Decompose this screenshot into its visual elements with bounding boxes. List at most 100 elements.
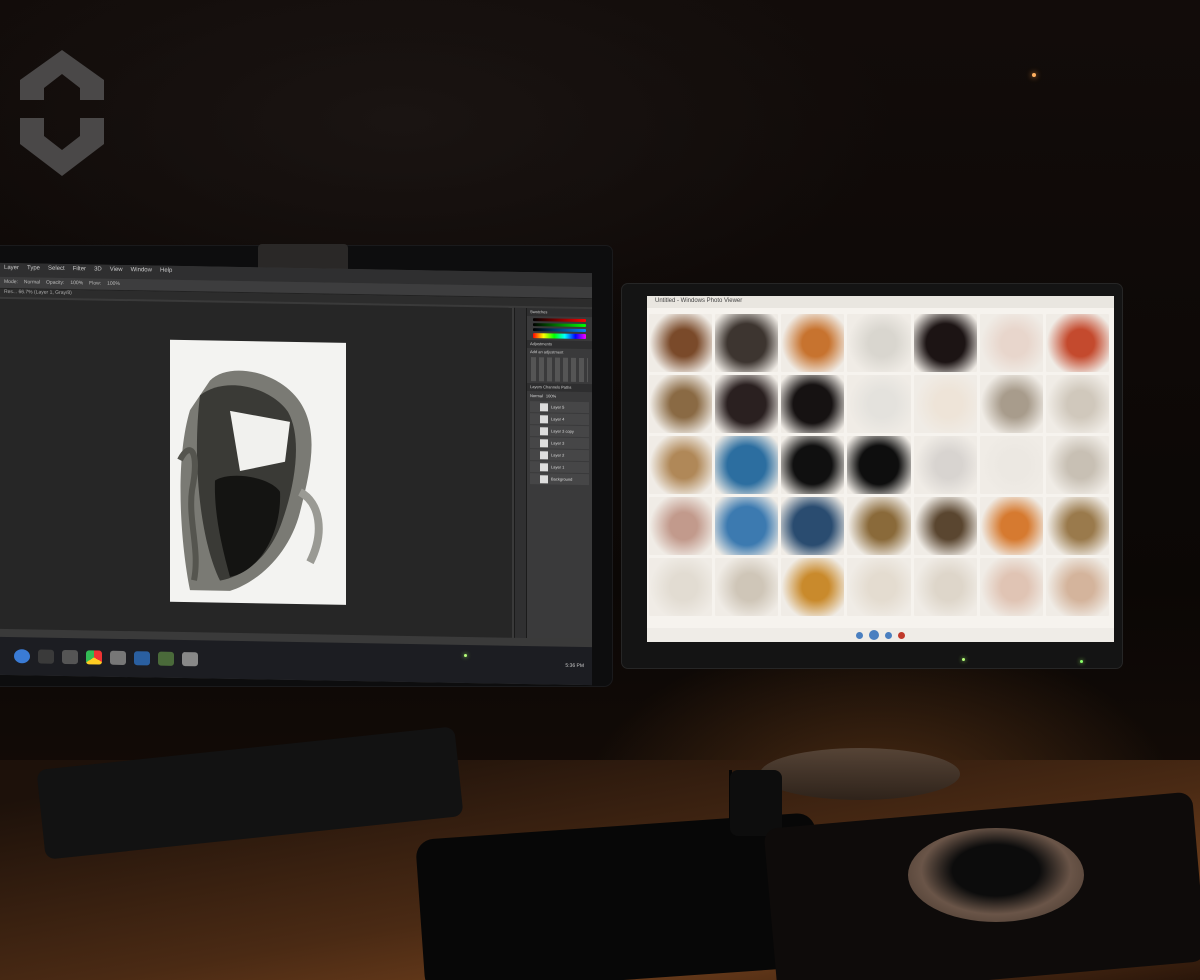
reference-thumbnail[interactable]	[1045, 375, 1109, 433]
layer-thumbnail	[540, 462, 548, 471]
prev-icon[interactable]	[856, 631, 863, 639]
reference-thumbnail[interactable]	[913, 497, 977, 555]
app-icon-2[interactable]	[182, 652, 198, 667]
layers-tab-channels[interactable]: Channels	[543, 384, 561, 389]
reference-thumbnail[interactable]	[649, 375, 713, 433]
layer-label: Layer 2	[551, 452, 565, 458]
reference-thumbnail[interactable]	[781, 375, 845, 433]
reference-thumbnail[interactable]	[847, 314, 911, 372]
next-icon[interactable]	[885, 631, 892, 639]
reference-thumbnail[interactable]	[847, 497, 911, 555]
layer-row[interactable]: Layer 3	[530, 437, 589, 450]
reference-thumbnail[interactable]	[1045, 558, 1109, 616]
reference-thumbnail[interactable]	[913, 314, 977, 372]
photoshop-taskbar-icon[interactable]	[134, 651, 150, 666]
reference-thumbnail[interactable]	[1045, 436, 1109, 494]
folder-icon[interactable]	[62, 649, 78, 665]
layer-thumbnail	[540, 426, 548, 435]
layer-opacity[interactable]: 100%	[546, 393, 556, 398]
reference-thumbnail[interactable]	[1045, 497, 1109, 555]
reference-thumbnail[interactable]	[715, 314, 779, 372]
reference-thumbnail[interactable]	[979, 436, 1043, 494]
right-power-led	[962, 658, 965, 661]
option-0[interactable]: Mode:	[4, 279, 18, 286]
reference-thumbnail[interactable]	[715, 375, 779, 433]
red-slider[interactable]	[533, 318, 586, 323]
reference-thumbnail[interactable]	[847, 375, 911, 433]
reference-thumbnail[interactable]	[649, 497, 713, 555]
start-button-icon[interactable]	[14, 649, 30, 664]
reference-thumbnail[interactable]	[781, 314, 845, 372]
monitor-stand	[760, 748, 960, 800]
option-3[interactable]: 100%	[70, 280, 83, 287]
layer-row[interactable]: Layer 3 copy	[530, 425, 589, 438]
reference-thumbnail[interactable]	[913, 436, 977, 494]
reference-thumbnail[interactable]	[913, 375, 977, 433]
layer-label: Layer 1	[551, 464, 565, 470]
reference-thumbnail[interactable]	[913, 558, 977, 616]
reference-thumbnail[interactable]	[715, 558, 779, 616]
option-4[interactable]: Flow:	[89, 280, 101, 287]
tool-strip[interactable]	[514, 307, 526, 639]
color-ramp[interactable]	[533, 333, 586, 340]
watermark-logo	[20, 50, 104, 176]
pen-holder	[730, 770, 782, 836]
ink-painting	[177, 370, 323, 591]
layer-row[interactable]: Layer 5	[530, 401, 589, 414]
layers-list: Layer 5 Layer 4 Layer 3 copy Layer 3 Layer 2…	[527, 401, 592, 486]
layers-tab-paths[interactable]: Paths	[561, 385, 571, 390]
menu-item-select[interactable]: Select	[48, 266, 65, 276]
reference-thumbnail[interactable]	[715, 497, 779, 555]
layer-row[interactable]: Layer 1	[530, 461, 589, 474]
reference-thumbnail[interactable]	[649, 558, 713, 616]
adjustment-icons[interactable]	[531, 357, 588, 383]
layer-row[interactable]: Layer 2	[530, 449, 589, 462]
blend-mode-select[interactable]: Normal	[530, 393, 543, 398]
green-slider[interactable]	[533, 323, 586, 328]
photoshop-window: Layer Type Select Filter 3D View Window Help Mo…	[0, 262, 592, 686]
menu-item-filter[interactable]: Filter	[73, 266, 86, 276]
option-5[interactable]: 100%	[107, 281, 120, 288]
layer-label: Layer 5	[551, 404, 565, 410]
document-canvas[interactable]	[170, 339, 346, 605]
media-icon[interactable]	[110, 650, 126, 666]
color-panel-tab[interactable]: Swatches	[527, 308, 592, 318]
layer-label: Layer 3 copy	[551, 428, 574, 434]
menu-item-3d[interactable]: 3D	[94, 266, 102, 276]
menu-item-type[interactable]: Type	[27, 265, 40, 275]
reference-thumbnail[interactable]	[781, 436, 845, 494]
delete-icon[interactable]	[898, 631, 905, 639]
layer-label: Background	[551, 476, 573, 482]
taskbar-clock: 5:36 PM	[565, 662, 584, 670]
chrome-icon[interactable]	[86, 650, 102, 665]
layer-label: Layer 4	[551, 416, 565, 422]
menu-item-window[interactable]: Window	[131, 267, 152, 277]
option-1[interactable]: Normal	[24, 279, 40, 286]
blue-slider[interactable]	[533, 328, 586, 333]
reference-image-grid	[649, 314, 1109, 616]
canvas-area[interactable]	[0, 298, 512, 638]
menu-item-view[interactable]: View	[110, 267, 123, 277]
reference-thumbnail[interactable]	[649, 314, 713, 372]
reference-thumbnail[interactable]	[979, 314, 1043, 372]
layers-tab-layers[interactable]: Layers	[530, 384, 543, 389]
reference-thumbnail[interactable]	[781, 497, 845, 555]
layer-row[interactable]: Background	[530, 473, 589, 486]
layer-row[interactable]: Layer 4	[530, 413, 589, 426]
reference-thumbnail[interactable]	[979, 375, 1043, 433]
adjustments-subtitle: Add an adjustment	[530, 349, 564, 355]
reference-thumbnail[interactable]	[781, 558, 845, 616]
reference-thumbnail[interactable]	[715, 436, 779, 494]
slideshow-icon[interactable]	[869, 630, 879, 640]
explorer-icon[interactable]	[38, 649, 54, 664]
reference-thumbnail[interactable]	[1045, 314, 1109, 372]
option-2[interactable]: Opacity:	[46, 280, 64, 287]
reference-thumbnail[interactable]	[979, 558, 1043, 616]
menu-item-help[interactable]: Help	[160, 268, 172, 278]
reference-thumbnail[interactable]	[649, 436, 713, 494]
reference-thumbnail[interactable]	[979, 497, 1043, 555]
reference-thumbnail[interactable]	[847, 436, 911, 494]
reference-thumbnail[interactable]	[847, 558, 911, 616]
menu-item-layer[interactable]: Layer	[4, 265, 19, 275]
app-icon[interactable]	[158, 651, 174, 666]
